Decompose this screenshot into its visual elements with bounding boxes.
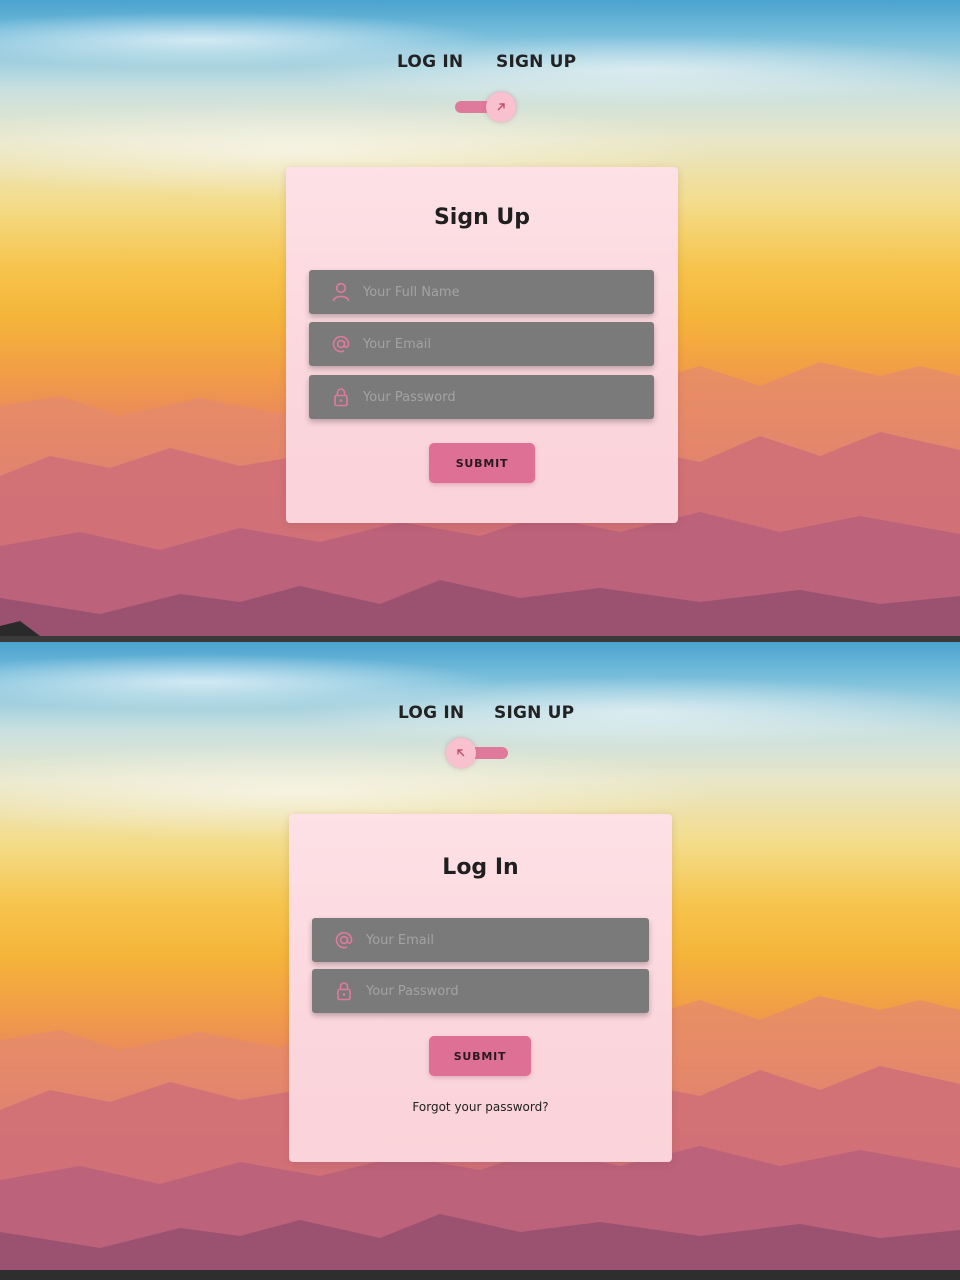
toggle-knob[interactable] (486, 92, 516, 122)
signup-card: Sign Up SUBMIT (286, 167, 678, 523)
email-field[interactable] (309, 322, 654, 366)
full-name-field[interactable] (309, 270, 654, 314)
at-sign-icon (331, 334, 351, 354)
full-name-input[interactable] (361, 283, 625, 301)
tab-login[interactable]: LOG IN (398, 703, 464, 723)
signup-title: Sign Up (433, 205, 531, 230)
email-input[interactable] (361, 335, 625, 353)
login-signup-toggle[interactable] (455, 92, 519, 122)
password-field[interactable] (312, 969, 649, 1013)
password-input[interactable] (364, 982, 628, 1000)
signup-screen: LOG IN SIGN UP Sign Up Your Full Name Yo… (0, 0, 960, 636)
toggle-knob[interactable] (446, 738, 476, 768)
password-field[interactable] (309, 375, 654, 419)
lock-icon (331, 387, 351, 407)
tab-signup[interactable]: SIGN UP (496, 52, 576, 72)
lock-icon (334, 981, 354, 1001)
forgot-password-link[interactable]: Forgot your password? (289, 1100, 672, 1114)
login-card: Log In SUBMIT Forgot your password? (289, 814, 672, 1162)
user-icon (331, 282, 351, 302)
arrow-up-left-icon (455, 744, 467, 763)
email-input[interactable] (364, 931, 628, 949)
email-field[interactable] (312, 918, 649, 962)
bottom-bar (0, 1270, 960, 1280)
login-signup-toggle[interactable] (446, 738, 510, 768)
auth-tabs: LOG IN SIGN UP (0, 52, 960, 78)
arrow-up-right-icon (495, 98, 507, 117)
tab-login[interactable]: LOG IN (397, 52, 463, 72)
at-sign-icon (334, 930, 354, 950)
auth-tabs: LOG IN SIGN UP (0, 703, 960, 729)
password-input[interactable] (361, 388, 625, 406)
login-screen: LOG IN SIGN UP Log In SUBMIT Forgot your… (0, 642, 960, 1270)
submit-button[interactable]: SUBMIT (429, 443, 535, 483)
login-title: Log In (442, 855, 519, 880)
tab-signup[interactable]: SIGN UP (494, 703, 574, 723)
submit-button[interactable]: SUBMIT (429, 1036, 531, 1076)
